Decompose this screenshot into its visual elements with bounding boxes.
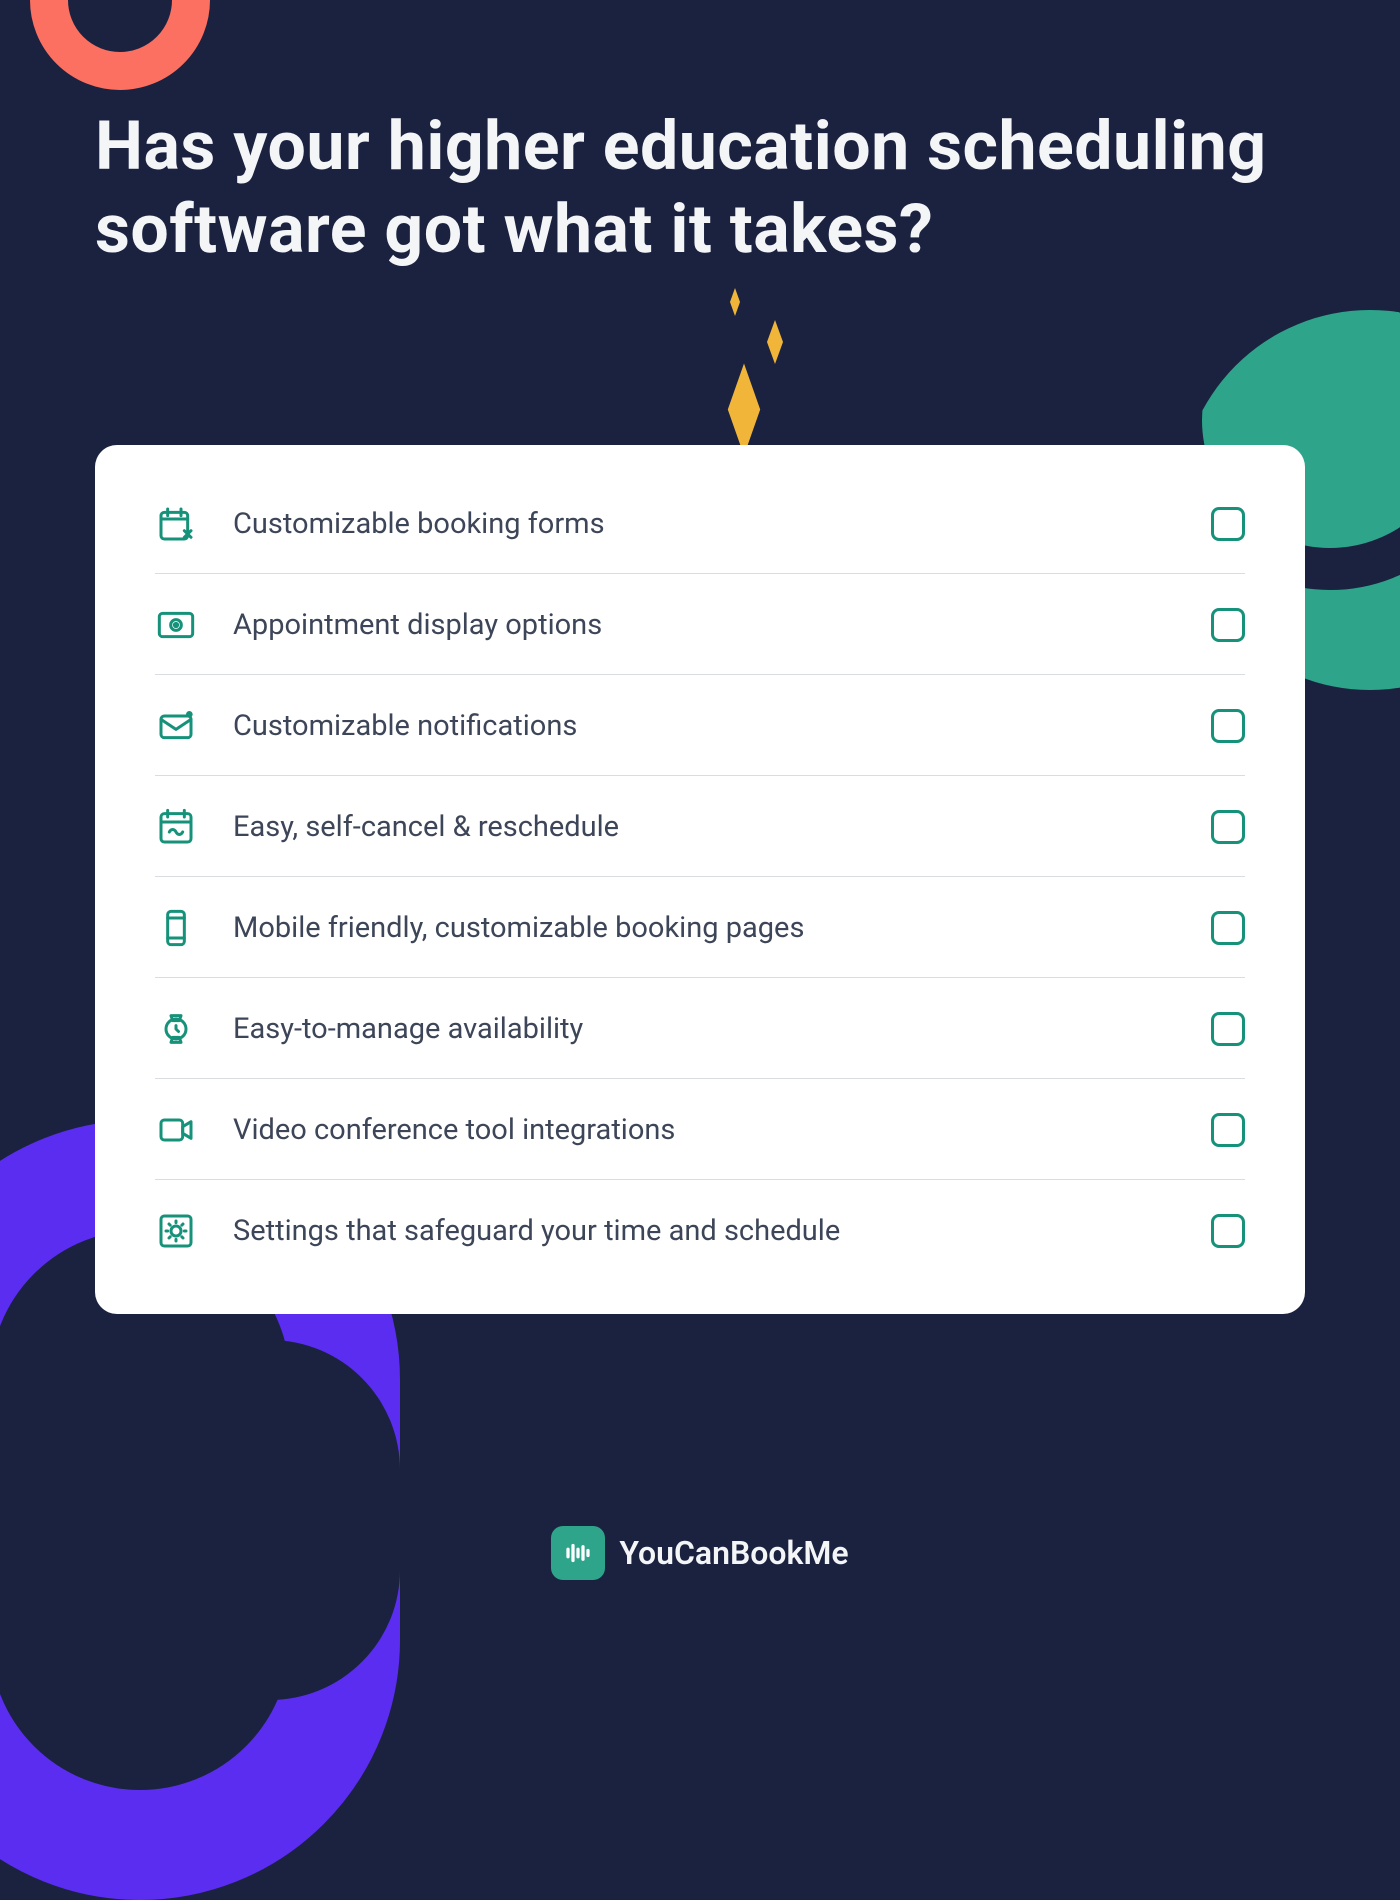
video-icon (155, 1109, 197, 1151)
checklist-item-label: Mobile friendly, customizable booking pa… (233, 911, 1175, 945)
decoration-navy-blob (140, 1340, 400, 1700)
checkbox[interactable] (1211, 507, 1245, 541)
decoration-coral-arc (30, 0, 210, 90)
checklist-item: Mobile friendly, customizable booking pa… (155, 877, 1245, 978)
checkbox[interactable] (1211, 1214, 1245, 1248)
checklist-item-label: Easy, self-cancel & reschedule (233, 810, 1175, 844)
checkbox[interactable] (1211, 1113, 1245, 1147)
bars-logo-icon (551, 1526, 605, 1580)
checklist-item-label: Settings that safeguard your time and sc… (233, 1214, 1175, 1248)
checklist-item: Easy-to-manage availability (155, 978, 1245, 1079)
brand-name: YouCanBookMe (619, 1534, 848, 1572)
mail-dot-icon (155, 705, 197, 747)
checklist-item: Customizable notifications (155, 675, 1245, 776)
checklist-item-label: Customizable notifications (233, 709, 1175, 743)
checklist-item: Video conference tool integrations (155, 1079, 1245, 1180)
calendar-edit-icon (155, 503, 197, 545)
watch-icon (155, 1008, 197, 1050)
eye-icon (155, 604, 197, 646)
settings-gear-icon (155, 1210, 197, 1252)
checklist-item: Easy, self-cancel & reschedule (155, 776, 1245, 877)
checklist-item: Appointment display options (155, 574, 1245, 675)
checklist-card: Customizable booking forms Appointment d… (95, 445, 1305, 1314)
checkbox[interactable] (1211, 810, 1245, 844)
checklist-item-label: Easy-to-manage availability (233, 1012, 1175, 1046)
checklist-item: Settings that safeguard your time and sc… (155, 1180, 1245, 1280)
checkbox[interactable] (1211, 1012, 1245, 1046)
checklist-item-label: Customizable booking forms (233, 507, 1175, 541)
checklist-item: Customizable booking forms (155, 473, 1245, 574)
sparkle-icon (680, 280, 830, 454)
mobile-icon (155, 907, 197, 949)
checklist-item-label: Video conference tool integrations (233, 1113, 1175, 1147)
calendar-loop-icon (155, 806, 197, 848)
checkbox[interactable] (1211, 608, 1245, 642)
checklist-item-label: Appointment display options (233, 608, 1175, 642)
checkbox[interactable] (1211, 911, 1245, 945)
footer: YouCanBookMe (0, 1526, 1400, 1580)
checkbox[interactable] (1211, 709, 1245, 743)
page-title: Has your higher education scheduling sof… (95, 105, 1280, 271)
